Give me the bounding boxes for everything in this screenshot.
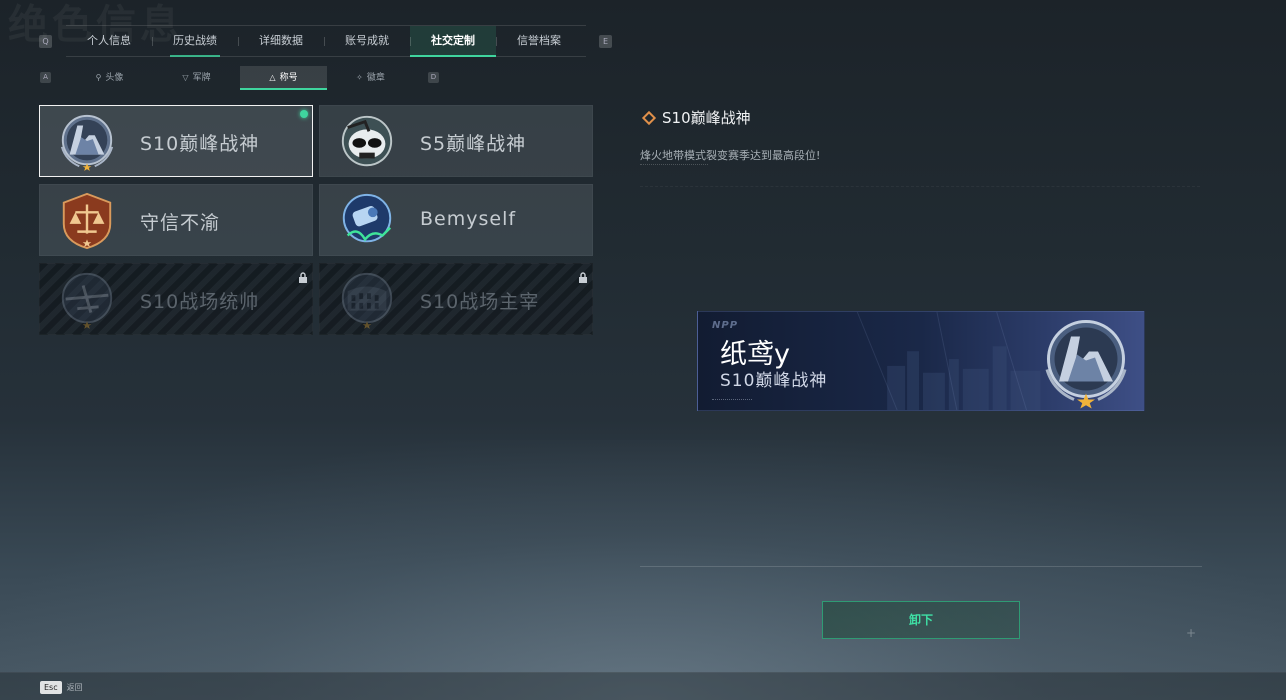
bottom-bar: Esc 返回 [0,672,1286,700]
title-card[interactable]: Bemyself [319,184,593,256]
tab-5[interactable]: 信誉档案 [496,26,582,56]
title-icon: △ [269,73,276,82]
title-card-label: Bemyself [420,208,517,230]
aircraft-emblem-icon [56,270,118,330]
top-tab-bar: Q 个人信息 历史战绩 详细数据 账号成就 社交定制 信誉档案 E [36,25,616,57]
tab-3[interactable]: 账号成就 [324,26,410,56]
banner-title: S10巅峰战神 [720,371,828,391]
crosshair-deco: + [1186,626,1197,640]
peak-god-emblem-icon [56,112,118,172]
detail-separator [640,566,1202,567]
scales-emblem-icon [56,191,118,251]
person-icon: ⚲ [95,73,102,82]
subtab-0[interactable]: ⚲ 头像 [66,66,153,90]
title-card-label: S10战场主宰 [420,291,540,313]
background-glow [0,440,1286,700]
detail-guide-line [640,186,1200,187]
title-card-label: 守信不渝 [140,212,221,234]
detail-title: S10巅峰战神 [640,107,751,128]
sub-tab-bar: A ⚲ 头像 ▽ 军牌 △ 称号 ✧ 徽章 D [36,66,456,90]
detail-description: 烽火地带模式裂变赛季达到最高段位! [640,149,821,162]
title-card-label: S10战场统帅 [140,291,260,313]
back-label: 返回 [66,682,83,692]
subtab-label: 称号 [279,73,298,83]
unequip-button[interactable]: 卸下 [822,601,1020,639]
esc-key: Esc [40,680,62,694]
tab-4[interactable]: 社交定制 [410,26,496,57]
subtab-2[interactable]: △ 称号 [240,66,327,90]
title-card[interactable]: 守信不渝 [39,184,313,256]
tab-1[interactable]: 历史战绩 [152,26,238,57]
next-subtab-key[interactable]: D [428,72,439,83]
detail-title-text: S10巅峰战神 [662,109,751,127]
tab-0[interactable]: 个人信息 [66,26,152,56]
badge-icon: ✧ [356,73,363,82]
diamond-icon [641,110,657,126]
tab-2[interactable]: 详细数据 [238,26,324,56]
banner-deco-line [712,399,752,404]
equipped-indicator [300,110,308,118]
lock-icon [578,268,588,283]
mascot-emblem-icon [336,191,398,251]
subtab-label: 军牌 [192,73,211,83]
prev-subtab-key[interactable]: A [40,72,51,83]
top-tabs: 个人信息 历史战绩 详细数据 账号成就 社交定制 信誉档案 [66,25,586,57]
subtab-label: 徽章 [366,73,385,83]
peak-god-emblem-icon [1045,320,1127,409]
subtab-label: 头像 [105,73,124,83]
title-card-label: S10巅峰战神 [140,133,260,155]
lock-icon [298,268,308,283]
skull-helmet-emblem-icon [336,112,398,172]
dogtag-icon: ▽ [182,73,189,82]
title-card[interactable]: S10战场统帅 [39,263,313,335]
colosseum-emblem-icon [336,270,398,330]
subtab-3[interactable]: ✧ 徽章 [327,66,414,90]
title-card-label: S5巅峰战神 [420,133,527,155]
title-banner-preview: NPP 纸鸢y S10巅峰战神 [697,311,1145,411]
title-card[interactable]: S10巅峰战神 [39,105,313,177]
prev-tab-key[interactable]: Q [39,35,52,48]
back-button[interactable]: Esc 返回 [40,679,83,695]
detail-divider [640,164,708,167]
title-card[interactable]: S10战场主宰 [319,263,593,335]
sub-tabs: ⚲ 头像 ▽ 军牌 △ 称号 ✧ 徽章 [66,66,414,90]
next-tab-key[interactable]: E [599,35,612,48]
title-card[interactable]: S5巅峰战神 [319,105,593,177]
npp-logo: NPP [712,320,739,331]
subtab-1[interactable]: ▽ 军牌 [153,66,240,90]
